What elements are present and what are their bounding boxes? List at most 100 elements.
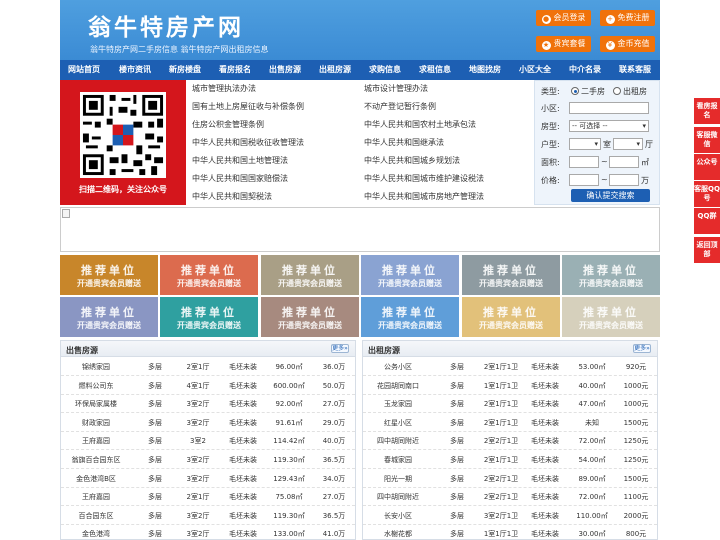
table-row[interactable]: 公务小区 多层 2室1厅1卫 毛坯未装 53.00㎡ 920元 — [363, 358, 657, 376]
table-row[interactable]: 翁旗百合园东区 多层 3室2厅 毛坯未装 119.30㎡ 36.5万 — [61, 451, 355, 469]
table-row[interactable]: 花园胡同南口 多层 1室1厅1卫 毛坯未装 40.00㎡ 1000元 — [363, 377, 657, 395]
link-item[interactable]: 中华人民共和国土地管理法 — [192, 152, 288, 170]
table-row[interactable]: 王府嘉园 多层 2室1厅 毛坯未装 75.08㎡ 27.0万 — [61, 488, 355, 507]
community-input[interactable] — [569, 102, 649, 114]
nav-new-homes[interactable]: 新房楼盘 — [169, 60, 201, 80]
community-cell[interactable]: 春城家园 — [363, 451, 433, 469]
nav-wanted-rent[interactable]: 求租信息 — [419, 60, 451, 80]
link-item[interactable]: 中华人民共和国农村土地承包法 — [364, 116, 476, 134]
table-row[interactable]: 长安小区 多层 3室2厅1卫 毛坯未装 110.00㎡ 2000元 — [363, 507, 657, 525]
recommend-tile[interactable]: 推荐单位 开通贵宾会员赠送 — [562, 255, 660, 295]
search-submit-button[interactable]: 确认提交搜索 — [571, 189, 650, 202]
table-row[interactable]: 四中胡同附近 多层 2室2厅1卫 毛坯未装 72.00㎡ 1250元 — [363, 432, 657, 451]
community-cell[interactable]: 阳光一期 — [363, 470, 433, 488]
community-cell[interactable]: 水榭花都 — [363, 525, 433, 540]
community-cell[interactable]: 财政家园 — [61, 414, 131, 432]
recommend-tile[interactable]: 推荐单位 开通贵宾会员赠送 — [462, 297, 560, 337]
float-back-to-top[interactable]: 返回顶部 — [694, 237, 720, 263]
table-row[interactable]: 金色港湾 多层 3室2厅 毛坯未装 133.00㎡ 41.0万 — [61, 525, 355, 540]
room-select[interactable]: ▾ — [569, 138, 601, 150]
community-cell[interactable]: 四中胡同附近 — [363, 488, 433, 506]
house-type-select[interactable]: -- 可选择 -- ▾ — [569, 120, 649, 132]
community-cell[interactable]: 花园胡同南口 — [363, 377, 433, 395]
area-max-input[interactable] — [609, 156, 639, 168]
table-row[interactable]: 环保局家属楼 多层 3室2厅 毛坯未装 92.00㎡ 27.0万 — [61, 395, 355, 414]
link-item[interactable]: 住房公积金管理条例 — [192, 116, 264, 134]
link-item[interactable]: 城市设计管理办法 — [364, 80, 428, 98]
float-qq-group[interactable]: QQ群 — [694, 208, 720, 234]
community-cell[interactable]: 红星小区 — [363, 414, 433, 432]
coin-recharge-button[interactable]: ¥ 金币充值 — [600, 36, 655, 52]
ad-banner[interactable] — [60, 207, 660, 252]
community-cell[interactable]: 环保局家属楼 — [61, 395, 131, 413]
community-cell[interactable]: 玉龙家园 — [363, 395, 433, 413]
link-item[interactable]: 中华人民共和国城市房地产管理法 — [364, 188, 484, 206]
community-cell[interactable]: 锦绣家园 — [61, 358, 131, 376]
nav-news[interactable]: 楼市资讯 — [119, 60, 151, 80]
recommend-tile[interactable]: 推荐单位 开通贵宾会员赠送 — [462, 255, 560, 295]
recommend-tile[interactable]: 推荐单位 开通贵宾会员赠送 — [361, 255, 459, 295]
nav-map-search[interactable]: 地图找房 — [469, 60, 501, 80]
community-cell[interactable]: 四中胡同附近 — [363, 432, 433, 450]
recommend-tile[interactable]: 推荐单位 开通贵宾会员赠送 — [60, 255, 158, 295]
radio-secondhand[interactable]: 二手房 — [571, 86, 605, 97]
link-item[interactable]: 中华人民共和国继承法 — [364, 134, 444, 152]
nav-for-rent[interactable]: 出租房源 — [319, 60, 351, 80]
nav-wanted-buy[interactable]: 求购信息 — [369, 60, 401, 80]
table-row[interactable]: 水榭花都 多层 1室1厅1卫 毛坯未装 30.00㎡ 800元 — [363, 525, 657, 540]
site-title[interactable]: 翁牛特房产网 — [88, 8, 244, 42]
community-cell[interactable]: 燃料公司东 — [61, 377, 131, 395]
price-min-input[interactable] — [569, 174, 599, 186]
price-max-input[interactable] — [609, 174, 639, 186]
link-item[interactable]: 中华人民共和国城市维护建设税法 — [364, 170, 484, 188]
recommend-tile[interactable]: 推荐单位 开通贵宾会员赠送 — [160, 297, 258, 337]
community-cell[interactable]: 翁旗百合园东区 — [61, 451, 131, 469]
nav-viewing-signup[interactable]: 看房报名 — [219, 60, 251, 80]
table-row[interactable]: 百合园东区 多层 3室2厅 毛坯未装 119.30㎡ 36.5万 — [61, 507, 355, 525]
link-item[interactable]: 国有土地上房屋征收与补偿条例 — [192, 98, 304, 116]
table-row[interactable]: 春城家园 多层 2室1厅1卫 毛坯未装 54.00㎡ 1250元 — [363, 451, 657, 469]
table-row[interactable]: 阳光一期 多层 2室2厅1卫 毛坯未装 89.00㎡ 1500元 — [363, 470, 657, 488]
community-cell[interactable]: 王府嘉园 — [61, 488, 131, 506]
nav-for-sale[interactable]: 出售房源 — [269, 60, 301, 80]
table-row[interactable]: 财政家园 多层 3室2厅 毛坯未装 91.61㎡ 29.0万 — [61, 414, 355, 432]
float-official-account[interactable]: 公众号 — [694, 154, 720, 180]
link-item[interactable]: 中华人民共和国契税法 — [192, 188, 272, 206]
link-item[interactable]: 中华人民共和国税收征收管理法 — [192, 134, 304, 152]
hall-select[interactable]: ▾ — [613, 138, 643, 150]
recommend-tile[interactable]: 推荐单位 开通贵宾会员赠送 — [261, 255, 359, 295]
table-row[interactable]: 红星小区 多层 2室1厅1卫 毛坯未装 未知 1500元 — [363, 414, 657, 432]
community-cell[interactable]: 公务小区 — [363, 358, 433, 376]
recommend-tile[interactable]: 推荐单位 开通贵宾会员赠送 — [160, 255, 258, 295]
table-row[interactable]: 王府嘉园 多层 3室2 毛坯未装 114.42㎡ 40.0万 — [61, 432, 355, 451]
float-service-qq[interactable]: 客服QQ号 — [694, 181, 720, 207]
recommend-tile[interactable]: 推荐单位 开通贵宾会员赠送 — [60, 297, 158, 337]
link-item[interactable]: 中华人民共和国国家赔偿法 — [192, 170, 288, 188]
nav-contact[interactable]: 联系客服 — [619, 60, 651, 80]
community-cell[interactable]: 百合园东区 — [61, 507, 131, 525]
nav-home[interactable]: 网站首页 — [68, 60, 100, 80]
community-cell[interactable]: 长安小区 — [363, 507, 433, 525]
float-viewing-signup[interactable]: 看房报名 — [694, 98, 720, 124]
area-min-input[interactable] — [569, 156, 599, 168]
recommend-tile[interactable]: 推荐单位 开通贵宾会员赠送 — [361, 297, 459, 337]
link-item[interactable]: 中华人民共和国城乡规划法 — [364, 152, 460, 170]
more-button[interactable]: 更多» — [633, 344, 651, 353]
link-item[interactable]: 不动产登记暂行条例 — [364, 98, 436, 116]
table-row[interactable]: 玉龙家园 多层 2室1厅1卫 毛坯未装 47.00㎡ 1000元 — [363, 395, 657, 414]
float-wechat[interactable]: 客服微信 — [694, 127, 720, 153]
table-row[interactable]: 燃料公司东 多层 4室1厅 毛坯未装 600.00㎡ 50.0万 — [61, 377, 355, 395]
nav-communities[interactable]: 小区大全 — [519, 60, 551, 80]
register-button[interactable]: + 免费注册 — [600, 10, 655, 26]
vip-package-button[interactable]: ★ 贵宾套餐 — [536, 36, 591, 52]
table-row[interactable]: 锦绣家园 多层 2室1厅 毛坯未装 96.00㎡ 36.0万 — [61, 358, 355, 376]
link-item[interactable]: 城市管理执法办法 — [192, 80, 256, 98]
recommend-tile[interactable]: 推荐单位 开通贵宾会员赠送 — [562, 297, 660, 337]
radio-rental[interactable]: 出租房 — [613, 86, 647, 97]
login-button[interactable]: ● 会员登录 — [536, 10, 591, 26]
recommend-tile[interactable]: 推荐单位 开通贵宾会员赠送 — [261, 297, 359, 337]
community-cell[interactable]: 王府嘉园 — [61, 432, 131, 450]
table-row[interactable]: 四中胡同附近 多层 2室2厅1卫 毛坯未装 72.00㎡ 1100元 — [363, 488, 657, 507]
table-row[interactable]: 金色港湾B区 多层 3室2厅 毛坯未装 129.43㎡ 34.0万 — [61, 470, 355, 488]
community-cell[interactable]: 金色港湾 — [61, 525, 131, 540]
